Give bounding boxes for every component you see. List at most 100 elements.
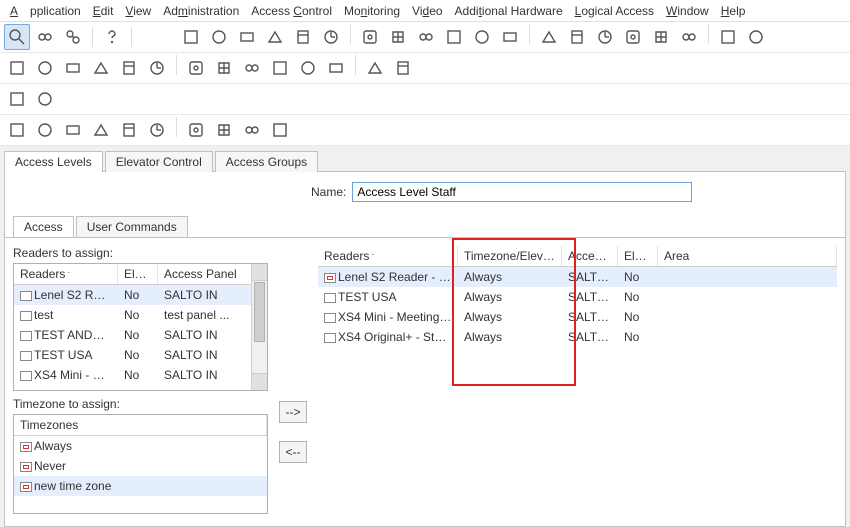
sub-tabbar: Access User Commands (4, 216, 846, 237)
tb4-icon-2[interactable] (60, 117, 86, 143)
tb2-icon-1[interactable] (32, 55, 58, 81)
menu-view[interactable]: View (119, 2, 157, 20)
col-timezones[interactable]: Timezones (14, 415, 267, 435)
tb4-icon-3[interactable] (88, 117, 114, 143)
tb1-icon-15[interactable] (620, 24, 646, 50)
search-icon[interactable] (4, 24, 30, 50)
tb1-icon-6[interactable] (357, 24, 383, 50)
reader-row[interactable]: Lenel S2 Read...NoSALTO IN (14, 285, 267, 305)
unassign-button[interactable]: <-- (279, 441, 307, 463)
acol-area[interactable]: Area (658, 246, 837, 266)
reader-row[interactable]: XS4 Mini - Me...NoSALTO IN (14, 365, 267, 385)
tb2-icon-5[interactable] (144, 55, 170, 81)
tb2-icon-12[interactable] (362, 55, 388, 81)
timezone-row[interactable]: Never (14, 456, 267, 476)
acol-tz[interactable]: Timezone/Elevato... (458, 246, 562, 266)
assigned-table[interactable]: Readersˆ Timezone/Elevato... Access ... … (318, 246, 837, 506)
menu-administration[interactable]: Administration (157, 2, 245, 20)
reader-row[interactable]: TEST USANoSALTO IN (14, 345, 267, 365)
tb1-icon-1[interactable] (206, 24, 232, 50)
link2-icon[interactable] (60, 24, 86, 50)
tb2-icon-0[interactable] (4, 55, 30, 81)
col-elev[interactable]: Elev... (118, 264, 158, 284)
menu-application[interactable]: Application (4, 2, 87, 20)
menu-video[interactable]: Video (406, 2, 449, 20)
tb2-icon-6[interactable] (183, 55, 209, 81)
tb3-icon-0[interactable] (4, 86, 30, 112)
tb1-icon-10[interactable] (469, 24, 495, 50)
tb4-icon-6[interactable] (183, 117, 209, 143)
col-readers[interactable]: Readersˆ (14, 264, 118, 284)
tb2-icon-3[interactable] (88, 55, 114, 81)
tb2-icon-9[interactable] (267, 55, 293, 81)
tb4-icon-1[interactable] (32, 117, 58, 143)
tb2-icon-13[interactable] (390, 55, 416, 81)
content-panel: Readers to assign: Readersˆ Elev... Acce… (4, 237, 846, 527)
reader-row[interactable]: testNotest panel ... (14, 305, 267, 325)
tb1-icon-2[interactable] (234, 24, 260, 50)
toolbar-4 (0, 115, 850, 146)
tb1-icon-12[interactable] (536, 24, 562, 50)
reader-row[interactable]: XS4 Original+...NoSALTO IN (14, 385, 267, 391)
menu-logical-access[interactable]: Logical Access (569, 2, 660, 20)
tb1-icon-11[interactable] (497, 24, 523, 50)
tb1-icon-8[interactable] (413, 24, 439, 50)
tb1-icon-16[interactable] (648, 24, 674, 50)
tb2-icon-8[interactable] (239, 55, 265, 81)
tb1-icon-4[interactable] (290, 24, 316, 50)
link-icon[interactable] (32, 24, 58, 50)
tb4-icon-8[interactable] (239, 117, 265, 143)
menu-access-control[interactable]: Access Control (245, 2, 338, 20)
tb4-icon-4[interactable] (116, 117, 142, 143)
tb1-icon-3[interactable] (262, 24, 288, 50)
reader-row[interactable]: TEST ANDRESNoSALTO IN (14, 325, 267, 345)
tb1-icon-14[interactable] (592, 24, 618, 50)
tb1-icon-0[interactable] (178, 24, 204, 50)
tb4-icon-0[interactable] (4, 117, 30, 143)
name-input[interactable] (352, 182, 692, 202)
menu-window[interactable]: Window (660, 2, 715, 20)
tb2-icon-10[interactable] (295, 55, 321, 81)
name-form: Name: (4, 171, 846, 216)
tb2-icon-7[interactable] (211, 55, 237, 81)
menu-additional-hardware[interactable]: Additional Hardware (449, 2, 569, 20)
timezone-row[interactable]: new time zone (14, 476, 267, 496)
tb1-icon-17[interactable] (676, 24, 702, 50)
tb1-icon-9[interactable] (441, 24, 467, 50)
scrollbar[interactable] (251, 264, 267, 390)
tb2-icon-2[interactable] (60, 55, 86, 81)
tab-access-groups[interactable]: Access Groups (215, 151, 318, 172)
assign-button[interactable]: --> (279, 401, 307, 423)
tb2-icon-4[interactable] (116, 55, 142, 81)
acol-elev[interactable]: Elev... (618, 246, 658, 266)
menu-edit[interactable]: Edit (87, 2, 120, 20)
timezone-row[interactable]: Always (14, 436, 267, 456)
tb2-icon-11[interactable] (323, 55, 349, 81)
readers-to-assign-label: Readers to assign: (13, 246, 268, 260)
help-icon[interactable] (99, 24, 125, 50)
tb1-icon-7[interactable] (385, 24, 411, 50)
tb1-icon-18[interactable] (715, 24, 741, 50)
assigned-row[interactable]: XS4 Original+ - Staff A...AlwaysSALTO ..… (318, 327, 837, 347)
menu-monitoring[interactable]: Monitoring (338, 2, 406, 20)
tab-access-levels[interactable]: Access Levels (4, 151, 103, 172)
assigned-row[interactable]: TEST USAAlwaysSALTO ...No (318, 287, 837, 307)
subtab-access[interactable]: Access (13, 216, 74, 237)
readers-listbox[interactable]: Readersˆ Elev... Access Panel Lenel S2 R… (13, 263, 268, 391)
tb4-icon-7[interactable] (211, 117, 237, 143)
menu-help[interactable]: Help (715, 2, 752, 20)
assigned-row[interactable]: Lenel S2 Reader - Perim...AlwaysSALTO ..… (318, 267, 837, 287)
assigned-row[interactable]: XS4 Mini - Meeting Ro...AlwaysSALTO ...N… (318, 307, 837, 327)
tb1-icon-19[interactable] (743, 24, 769, 50)
acol-readers[interactable]: Readersˆ (318, 246, 458, 266)
acol-access[interactable]: Access ... (562, 246, 618, 266)
tab-elevator-control[interactable]: Elevator Control (105, 151, 213, 172)
subtab-user-commands[interactable]: User Commands (76, 216, 188, 237)
timezone-listbox[interactable]: Timezones AlwaysNevernew time zone (13, 414, 268, 514)
tb4-icon-5[interactable] (144, 117, 170, 143)
menubar: Application Edit View Administration Acc… (0, 0, 850, 22)
tb1-icon-5[interactable] (318, 24, 344, 50)
tb3-icon-1[interactable] (32, 86, 58, 112)
tb1-icon-13[interactable] (564, 24, 590, 50)
tb4-icon-9[interactable] (267, 117, 293, 143)
